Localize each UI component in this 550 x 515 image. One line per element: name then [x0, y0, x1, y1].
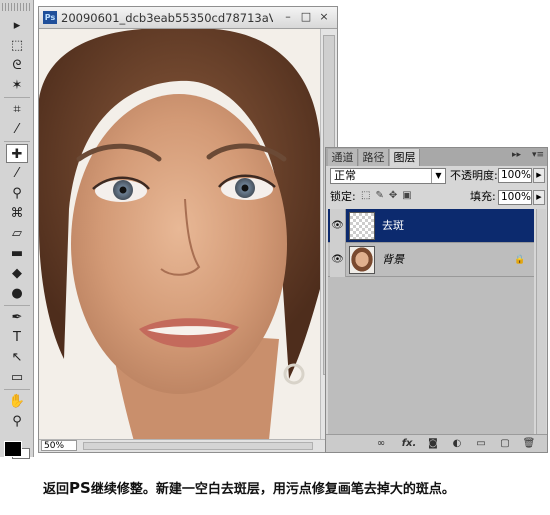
type-tool[interactable]: T — [6, 328, 28, 347]
document-titlebar[interactable]: Ps 20090601_dcb3eab55350cd78713aVmRIiec … — [39, 7, 337, 29]
trash-icon[interactable]: 🗑 — [522, 437, 536, 450]
tool-separator — [4, 305, 30, 306]
caption-before: 返回 — [43, 482, 70, 497]
path-selection-tool[interactable]: ↖ — [6, 348, 28, 367]
layer-name[interactable]: 去斑 — [382, 209, 404, 243]
zoom-tool[interactable]: ⚲ — [6, 412, 28, 431]
panel-tabbar: 通道 路径 图层 ▸▸ ▾≡ — [326, 148, 547, 166]
history-brush-tool[interactable]: ⌘ — [6, 204, 28, 223]
blend-mode-value: 正常 — [334, 169, 356, 182]
tool-separator — [4, 97, 30, 98]
lock-icon: 🔒 — [514, 255, 526, 265]
shape-tool[interactable]: ▭ — [6, 368, 28, 387]
fill-arrow-icon[interactable]: ▶ — [533, 190, 545, 205]
lock-image-icon[interactable]: ✎ — [375, 190, 388, 201]
adjustment-icon[interactable]: ◐ — [450, 437, 464, 450]
collapse-icon[interactable]: ▸▸ — [512, 150, 521, 160]
close-icon[interactable]: × — [317, 10, 331, 24]
caption-text: 返回PS继续修整。新建一空白去斑层，用污点修复画笔去掉大的斑点。 — [43, 478, 548, 498]
eyedropper-tool[interactable]: ⁄ — [6, 120, 28, 139]
tab-paths[interactable]: 路径 — [359, 149, 389, 166]
gradient-tool[interactable]: ▬ — [6, 244, 28, 263]
tool-separator — [4, 141, 30, 142]
pen-tool[interactable]: ✒ — [6, 308, 28, 327]
opacity-arrow-icon[interactable]: ▶ — [533, 168, 545, 183]
lasso-tool[interactable]: ᘓ — [6, 56, 28, 75]
minimize-icon[interactable]: – — [281, 10, 295, 24]
tools-panel: ▸ ⬚ ᘓ ✶ ⌗ ⁄ ✚ ⁄ ⚲ ⌘ ▱ ▬ ◆ ● ✒ T ↖ ▭ ✋ ⚲ — [0, 0, 34, 459]
brush-tool[interactable]: ⁄ — [6, 164, 28, 183]
crop-tool[interactable]: ⌗ — [6, 100, 28, 119]
lock-position-icon[interactable]: ✥ — [389, 190, 402, 201]
new-layer-icon[interactable]: ▢ — [498, 437, 512, 450]
lock-label: 锁定: — [330, 190, 356, 203]
mask-icon[interactable]: ◙ — [426, 437, 440, 450]
document-window: Ps 20090601_dcb3eab55350cd78713aVmRIiec … — [38, 6, 338, 453]
foreground-color-swatch[interactable] — [4, 441, 22, 457]
maximize-icon[interactable]: □ — [299, 10, 313, 24]
layer-row-spot-removal[interactable]: 👁 去斑 — [328, 209, 534, 243]
eye-icon[interactable]: 👁 — [330, 209, 346, 243]
layers-panel: 通道 路径 图层 ▸▸ ▾≡ 正常 ▼ 不透明度: 100% ▶ 锁定: ⬚✎✥… — [325, 147, 548, 453]
fill-label: 填充: — [470, 190, 496, 203]
blend-mode-select[interactable]: 正常 ▼ — [330, 168, 446, 184]
lock-all-icon[interactable]: ▣ — [402, 190, 416, 201]
clone-stamp-tool[interactable]: ⚲ — [6, 184, 28, 203]
eraser-tool[interactable]: ▱ — [6, 224, 28, 243]
hand-tool[interactable]: ✋ — [6, 392, 28, 411]
layers-footer: ∞ fx. ◙ ◐ ▭ ▢ 🗑 — [326, 434, 547, 452]
chevron-down-icon[interactable]: ▼ — [431, 169, 445, 183]
opacity-field[interactable]: 100% — [498, 168, 532, 183]
document-title: 20090601_dcb3eab55350cd78713aVmRIiec — [61, 11, 273, 25]
tool-separator — [4, 389, 30, 390]
lock-options[interactable]: ⬚✎✥▣ — [361, 190, 417, 201]
move-tool[interactable]: ▸ — [6, 16, 28, 35]
opacity-label: 不透明度: — [450, 169, 498, 182]
magic-wand-tool[interactable]: ✶ — [6, 76, 28, 95]
layers-list: 👁 去斑 👁 背景 🔒 — [328, 209, 534, 434]
lock-transparent-icon[interactable]: ⬚ — [361, 190, 375, 201]
link-icon[interactable]: ∞ — [374, 437, 388, 450]
document-horizontal-scrollbar[interactable] — [83, 442, 313, 450]
document-statusbar: 50% — [39, 439, 337, 452]
document-canvas[interactable] — [39, 29, 320, 441]
panel-menu-icon[interactable]: ▾≡ — [532, 150, 544, 160]
layer-row-background[interactable]: 👁 背景 🔒 — [328, 243, 534, 277]
layers-scrollbar[interactable] — [536, 209, 546, 434]
marquee-tool[interactable]: ⬚ — [6, 36, 28, 55]
blur-tool[interactable]: ◆ — [6, 264, 28, 283]
spot-healing-brush-tool[interactable]: ✚ — [6, 144, 28, 163]
fill-field[interactable]: 100% — [498, 190, 532, 205]
fx-icon[interactable]: fx. — [400, 437, 418, 450]
layer-thumbnail — [349, 212, 375, 240]
tab-channels[interactable]: 通道 — [328, 149, 358, 166]
group-icon[interactable]: ▭ — [474, 437, 488, 450]
caption-after: 继续修整。新建一空白去斑层，用污点修复画笔去掉大的斑点。 — [90, 482, 455, 497]
layer-thumbnail — [349, 246, 375, 274]
dodge-tool[interactable]: ● — [6, 284, 28, 303]
panel-grip[interactable] — [2, 3, 30, 11]
eye-icon[interactable]: 👁 — [330, 243, 346, 277]
caption-ps: PS — [69, 479, 91, 497]
zoom-field[interactable]: 50% — [41, 440, 77, 451]
photoshop-icon: Ps — [43, 11, 57, 24]
tab-layers[interactable]: 图层 — [390, 149, 420, 166]
layer-name[interactable]: 背景 — [382, 243, 404, 277]
portrait-image — [39, 29, 320, 441]
